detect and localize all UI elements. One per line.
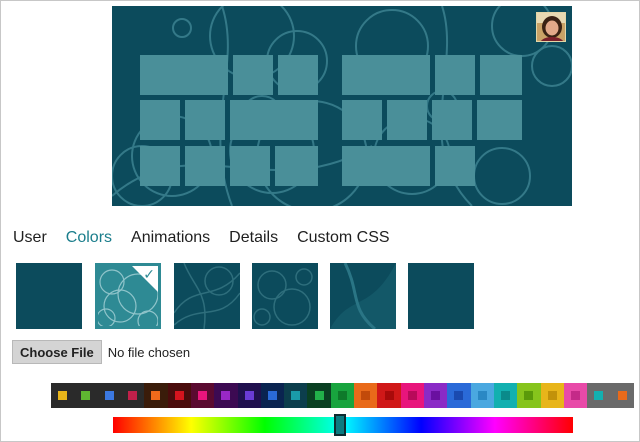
user-avatar-icon bbox=[536, 12, 566, 42]
swatch-chip bbox=[407, 391, 417, 400]
color-swatch[interactable] bbox=[237, 383, 261, 408]
swatch-chip bbox=[244, 391, 254, 400]
glow-pattern-icon bbox=[330, 263, 396, 329]
color-swatch[interactable] bbox=[563, 383, 588, 408]
swatch-chip bbox=[477, 391, 487, 400]
color-swatch[interactable] bbox=[120, 383, 145, 408]
tab-colors[interactable]: Colors bbox=[66, 229, 112, 247]
color-swatch[interactable] bbox=[97, 383, 121, 408]
color-swatch[interactable] bbox=[74, 383, 98, 408]
background-file-input: Choose File No file chosen bbox=[12, 340, 190, 364]
color-swatch[interactable] bbox=[190, 383, 215, 408]
checkmark-icon: ✓ bbox=[143, 266, 155, 282]
preview-tile bbox=[342, 55, 430, 95]
preview-tile bbox=[435, 55, 475, 95]
color-swatch[interactable] bbox=[330, 383, 355, 408]
hue-slider-handle[interactable] bbox=[334, 414, 346, 436]
preview-tile bbox=[387, 100, 427, 140]
color-swatch[interactable] bbox=[493, 383, 518, 408]
swatch-chip bbox=[221, 391, 231, 400]
swatch-chip bbox=[431, 391, 441, 400]
preview-tile bbox=[185, 100, 225, 140]
bubbles-pattern-icon bbox=[253, 268, 313, 326]
tab-custom-css[interactable]: Custom CSS bbox=[297, 229, 389, 247]
color-swatch[interactable] bbox=[144, 383, 168, 408]
tab-details[interactable]: Details bbox=[229, 229, 278, 247]
preview-tile bbox=[278, 55, 318, 95]
preview-tile bbox=[233, 55, 273, 95]
background-option-lines[interactable] bbox=[174, 263, 240, 329]
preview-tile bbox=[477, 100, 522, 140]
preview-tile bbox=[185, 146, 225, 186]
swatch-chip bbox=[594, 391, 604, 400]
swatch-chip bbox=[454, 391, 464, 400]
color-swatch[interactable] bbox=[354, 383, 378, 408]
preview-tile bbox=[140, 100, 180, 140]
settings-tabs: User Colors Animations Details Custom CS… bbox=[13, 229, 409, 247]
color-swatch[interactable] bbox=[214, 383, 238, 408]
color-swatch[interactable] bbox=[260, 383, 285, 408]
preview-tile bbox=[140, 55, 228, 95]
tab-animations[interactable]: Animations bbox=[131, 229, 210, 247]
preview-tile bbox=[435, 146, 475, 186]
preview-tile bbox=[342, 146, 430, 186]
background-option-solid[interactable] bbox=[408, 263, 474, 329]
color-swatch[interactable] bbox=[470, 383, 494, 408]
swatch-chip bbox=[198, 391, 208, 400]
preview-tile bbox=[230, 146, 270, 186]
swatch-chip bbox=[501, 391, 511, 400]
swatch-chip bbox=[571, 391, 581, 400]
swatch-chip bbox=[104, 391, 114, 400]
tab-user[interactable]: User bbox=[13, 229, 47, 247]
preview-tile bbox=[275, 146, 318, 186]
swatch-chip bbox=[617, 391, 627, 400]
color-swatch[interactable] bbox=[400, 383, 424, 408]
swatch-chip bbox=[58, 391, 68, 400]
color-swatch[interactable] bbox=[587, 383, 611, 408]
color-swatch[interactable] bbox=[447, 383, 471, 408]
swatch-chip bbox=[384, 391, 394, 400]
file-status-text: No file chosen bbox=[107, 344, 191, 360]
preview-tile bbox=[480, 55, 522, 95]
swatch-chip bbox=[128, 391, 138, 400]
start-screen-preview bbox=[112, 6, 572, 206]
color-swatch[interactable] bbox=[167, 383, 191, 408]
color-swatch[interactable] bbox=[377, 383, 401, 408]
preview-tile bbox=[342, 100, 382, 140]
lines-pattern-icon bbox=[174, 263, 240, 329]
choose-file-button[interactable]: Choose File bbox=[12, 340, 102, 364]
background-option-glow[interactable] bbox=[330, 263, 396, 329]
color-swatch[interactable] bbox=[284, 383, 308, 408]
swatch-chip bbox=[314, 391, 324, 400]
color-swatch-bar bbox=[51, 383, 634, 408]
swatch-chip bbox=[524, 391, 534, 400]
swatch-chip bbox=[337, 391, 347, 400]
color-swatch[interactable] bbox=[424, 383, 448, 408]
swatch-chip bbox=[174, 391, 184, 400]
color-swatch[interactable] bbox=[517, 383, 541, 408]
swatch-chip bbox=[361, 391, 371, 400]
background-option-circles[interactable]: ✓ bbox=[95, 263, 161, 329]
color-swatch[interactable] bbox=[51, 383, 75, 408]
preview-tile bbox=[230, 100, 318, 140]
background-option-bubbles[interactable] bbox=[252, 263, 318, 329]
color-swatch[interactable] bbox=[307, 383, 331, 408]
preview-tile bbox=[432, 100, 472, 140]
swatch-chip bbox=[291, 391, 301, 400]
color-swatch[interactable] bbox=[540, 383, 564, 408]
color-swatch[interactable] bbox=[610, 383, 634, 408]
swatch-chip bbox=[547, 391, 557, 400]
preview-tile bbox=[140, 146, 180, 186]
background-option-plain[interactable] bbox=[16, 263, 82, 329]
swatch-chip bbox=[267, 391, 277, 400]
swatch-chip bbox=[81, 391, 91, 400]
swatch-chip bbox=[151, 391, 161, 400]
